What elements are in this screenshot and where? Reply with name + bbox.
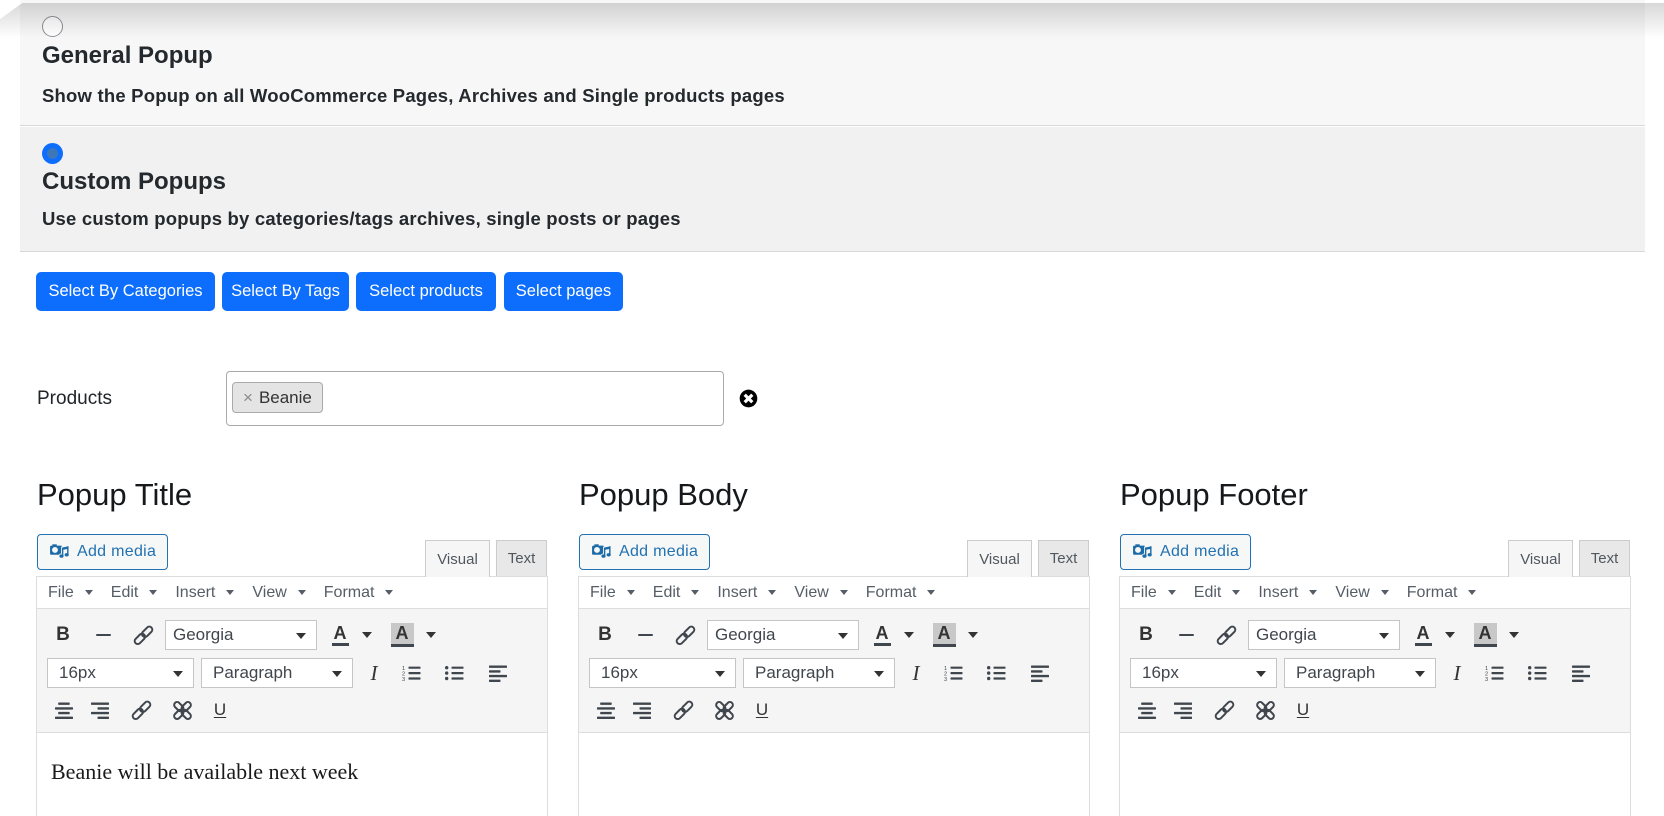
svg-text:3: 3 xyxy=(944,677,947,681)
svg-text:3: 3 xyxy=(1485,677,1488,681)
svg-text:3: 3 xyxy=(402,677,405,681)
